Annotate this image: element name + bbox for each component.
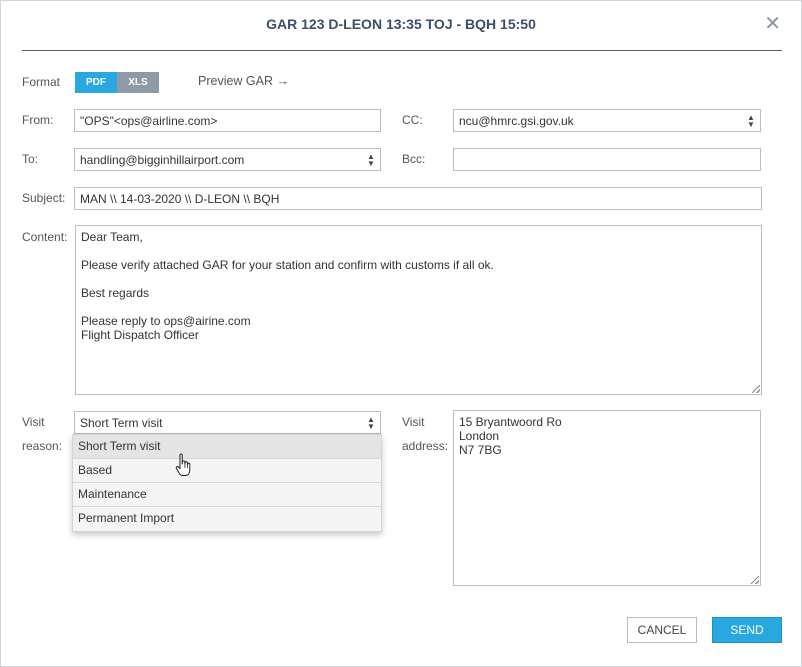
format-pdf-button[interactable]: PDF: [75, 72, 117, 93]
select-arrows-icon: ▲ ▼: [367, 415, 375, 431]
to-value: handling@bigginhillairport.com: [80, 153, 245, 167]
bcc-label: Bcc:: [402, 152, 426, 166]
visit-address-label-line2: address:: [402, 439, 449, 453]
content-label: Content:: [22, 230, 68, 244]
select-arrows-icon: ▲ ▼: [747, 113, 755, 129]
dropdown-option-permanent-import[interactable]: Permanent Import: [73, 507, 381, 531]
from-field[interactable]: "OPS"<ops@airline.com>: [74, 109, 381, 132]
cancel-button[interactable]: CANCEL: [627, 617, 697, 643]
content-line: Best regards: [81, 286, 150, 300]
from-label: From:: [22, 113, 54, 127]
visit-reason-label-line2: reason:: [22, 439, 63, 453]
format-label: Format: [22, 75, 61, 89]
gar-email-dialog: GAR 123 D-LEON 13:35 TOJ - BQH 15:50 ✕ F…: [0, 0, 802, 667]
content-line: Please verify attached GAR for your stat…: [81, 258, 494, 272]
content-line: Flight Dispatch Officer: [81, 328, 199, 342]
send-button[interactable]: SEND: [712, 617, 782, 643]
visit-reason-label-line1: Visit: [22, 415, 45, 429]
preview-gar-label: Preview GAR: [198, 74, 274, 88]
title-divider: [22, 50, 782, 51]
visit-reason-dropdown: Short Term visit Based Maintenance Perma…: [72, 434, 382, 532]
content-textarea[interactable]: Dear Team, Please verify attached GAR fo…: [75, 225, 762, 395]
select-arrows-icon: ▲ ▼: [367, 152, 375, 168]
dropdown-option-maintenance[interactable]: Maintenance: [73, 483, 381, 507]
bcc-field[interactable]: [453, 148, 761, 171]
format-xls-button[interactable]: XLS: [117, 72, 159, 93]
content-line: Please reply to ops@airine.com: [81, 314, 251, 328]
dropdown-option-short-term-visit[interactable]: Short Term visit: [73, 435, 381, 459]
hand-cursor-icon: [175, 453, 191, 476]
subject-label: Subject:: [22, 191, 66, 205]
content-line: [81, 244, 756, 258]
arrow-right-icon: →: [276, 74, 290, 88]
cc-select[interactable]: ncu@hmrc.gsi.gov.uk ▲ ▼: [453, 109, 761, 132]
content-line: [81, 300, 756, 314]
address-line: N7 7BG: [459, 443, 502, 457]
visit-address-textarea[interactable]: 15 Bryantwoord Ro London N7 7BG: [453, 410, 761, 586]
content-line: Dear Team,: [81, 230, 143, 244]
visit-address-label-line1: Visit: [402, 415, 425, 429]
resize-grip-icon[interactable]: [751, 576, 759, 584]
address-line: London: [459, 429, 500, 443]
close-icon[interactable]: ✕: [764, 14, 781, 34]
to-select[interactable]: handling@bigginhillairport.com ▲ ▼: [74, 148, 381, 171]
dropdown-option-based[interactable]: Based: [73, 459, 381, 483]
content-line: [81, 272, 756, 286]
to-label: To:: [22, 152, 39, 166]
subject-field[interactable]: MAN \\ 14-03-2020 \\ D-LEON \\ BQH: [74, 187, 762, 210]
dialog-title: GAR 123 D-LEON 13:35 TOJ - BQH 15:50: [266, 16, 536, 32]
address-line: 15 Bryantwoord Ro: [459, 415, 562, 429]
visit-reason-select[interactable]: Short Term visit ▲ ▼: [74, 411, 381, 434]
resize-grip-icon[interactable]: [752, 385, 760, 393]
cc-label: CC:: [402, 113, 423, 127]
cc-value: ncu@hmrc.gsi.gov.uk: [459, 114, 574, 128]
preview-gar-link[interactable]: Preview GAR →: [198, 74, 289, 88]
visit-reason-value: Short Term visit: [80, 416, 163, 430]
